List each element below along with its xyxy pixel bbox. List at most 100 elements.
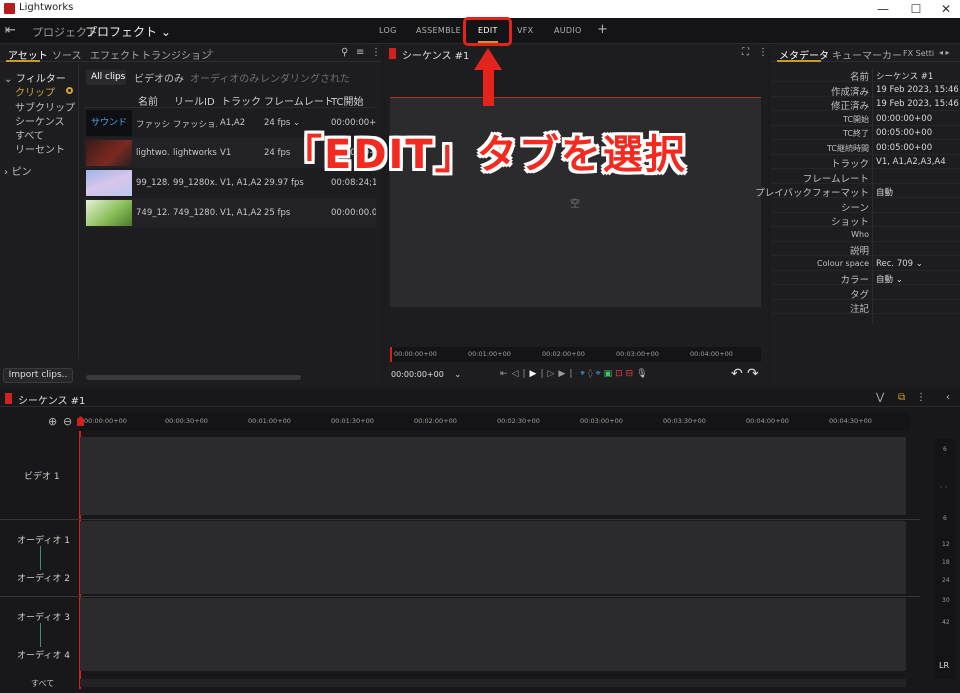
go-to-end-icon[interactable]: ▶| [558,369,576,379]
track-label-audio3[interactable]: オーディオ 3 [17,610,70,623]
close-button[interactable]: ✕ [931,0,960,18]
metadata-row[interactable]: タグ [771,286,960,301]
audio-track-1-2[interactable] [80,521,906,594]
tab-vfx[interactable]: VFX [517,26,533,35]
column-fps[interactable]: フレームレート [264,93,334,108]
project-name-dropdown[interactable]: プロフェクト ⌄ [85,23,171,40]
import-clips-button[interactable]: Import clips.. [3,368,73,383]
list-view-icon[interactable]: ≡ [356,47,364,58]
tab-assemble[interactable]: ASSEMBLE [416,26,461,35]
mark-out-icon[interactable]: ⌖ [596,369,604,379]
timeline-scrollbar[interactable] [80,679,906,687]
track-label-video1[interactable]: ビデオ 1 [24,469,60,482]
metadata-row[interactable]: トラック V1, A1,A2,A3,A4 [771,155,960,170]
filter-item-all[interactable]: すべて [15,127,44,142]
minimize-button[interactable]: — [868,0,898,18]
more-icon[interactable]: ⋮ [916,392,926,403]
metadata-row[interactable]: ショット [771,213,960,228]
insert-icon[interactable]: ⊡ [615,369,626,379]
tab-transitions[interactable]: トランジション [141,47,211,62]
metadata-row[interactable]: プレイバックフォーマット 自動 [755,184,960,199]
tab-cue-markers[interactable]: キューマーカー [832,47,902,62]
redo-icon[interactable]: ↷ [747,366,759,382]
pin-header[interactable]: › ピン [4,163,32,178]
metadata-row[interactable]: シーン [771,199,960,214]
metadata-row[interactable]: TC継続時間 00:05:00+00 [771,141,960,155]
viewer-ruler[interactable]: 00:00:00+00 00:01:00+00 00:02:00+00 00:0… [390,347,761,362]
column-tc-start[interactable]: TC開始 [331,93,364,108]
collapse-icon[interactable]: ‹ [946,392,950,403]
more-icon[interactable]: ⋮ [371,47,381,58]
filter-item-clips[interactable]: クリップ [15,84,55,99]
expand-icon[interactable]: ⛶ [742,47,749,58]
marker-icon[interactable]: ◊ [588,369,595,379]
microphone-icon[interactable]: 🎙 [636,369,650,379]
video-track-1[interactable] [80,437,906,515]
maximize-button[interactable]: ☐ [901,0,931,18]
tab-audio[interactable]: AUDIO [554,26,582,35]
column-track[interactable]: トラック [221,93,261,108]
track-label-audio1[interactable]: オーディオ 1 [17,533,70,546]
copy-icon[interactable]: ⧉ [898,392,905,403]
add-tab-button[interactable]: + [597,22,608,37]
exit-icon[interactable]: ⇤ [5,23,16,38]
project-name: プロフェクト [85,25,158,39]
step-forward-icon[interactable]: |▷ [540,369,558,379]
play-icon[interactable]: ▶ [530,369,541,379]
step-back-icon[interactable]: ◁| [512,369,530,379]
metadata-row[interactable]: 名前 シーケンス #1 [771,68,960,83]
playhead[interactable] [390,347,392,362]
audio-track-3-4[interactable] [80,598,906,671]
search-icon[interactable]: ⚲ [341,47,348,58]
metadata-row[interactable]: 修正済み 19 Feb 2023, 15:46 [771,97,960,112]
clip-tab-all[interactable]: All clips [91,72,125,82]
mark-in-icon[interactable]: ⌖ [580,369,588,379]
undo-icon[interactable]: ↶ [731,366,743,382]
more-icon[interactable]: ⋮ [758,47,768,58]
add-tab-button[interactable]: + [206,47,214,58]
meter-zero-marker: ◦ ◦ [939,484,948,491]
metadata-row[interactable]: 説明 [771,242,960,257]
zoom-in-icon[interactable]: ⊕ [48,415,57,428]
divider [0,519,920,520]
go-to-start-icon[interactable]: ⇤ [500,369,512,379]
tab-log[interactable]: LOG [379,26,397,35]
metadata-row[interactable]: 作成済み 19 Feb 2023, 15:46 [771,83,960,98]
horizontal-scrollbar[interactable] [86,375,301,380]
timeline-ruler[interactable]: 00:00:00+00 00:00:30+00 00:01:00+00 00:0… [77,413,910,431]
filter-item-recent[interactable]: リーセント [15,141,65,156]
metadata-row[interactable]: カラー 自動 ⌄ [771,271,960,286]
metadata-row[interactable]: Colour space Rec. 709 ⌄ [771,257,960,271]
clip-tab-rendered[interactable]: レンダリングされた [260,70,350,85]
ruler-label: 00:01:00+00 [248,417,291,425]
tab-scroll-arrows[interactable]: ◂ ▸ [939,48,950,57]
metadata-row[interactable]: フレームレート [771,170,960,185]
waveform-icon[interactable]: ⋁ [876,392,884,403]
column-reel[interactable]: リールID [174,93,215,108]
mark-clip-icon[interactable]: ▣ [604,369,616,379]
timecode-display[interactable]: 00:00:00+00 ⌄ [391,370,461,379]
filter-item-subclips[interactable]: サブクリップ [15,99,75,114]
cell-reel: 99_1280x.. [173,178,217,188]
metadata-row[interactable]: 注記 [771,300,960,315]
zoom-out-icon[interactable]: ⊖ [63,415,72,428]
table-row[interactable]: 749_12.. 749_1280.. V1, A1,A2 25 fps 00:… [84,198,376,228]
track-label-audio4[interactable]: オーディオ 4 [17,648,70,661]
filter-item-sequences[interactable]: シーケンス [15,113,65,128]
tab-effects[interactable]: エフェクト [90,47,140,62]
metadata-row[interactable]: Who [771,228,960,242]
metadata-panel: メタデータ キューマーカー FX Setti ◂ ▸ 名前 シーケンス #1 作成済… [755,44,960,387]
metadata-row[interactable]: TC開始 00:00:00+00 [771,112,960,126]
filter-header[interactable]: ⌄ フィルター [4,70,66,85]
track-link-line [40,623,41,647]
tab-fx-settings[interactable]: FX Setti [903,49,934,58]
overwrite-icon[interactable]: ⊟ [626,369,637,379]
column-name[interactable]: 名前 [138,93,158,108]
all-tracks-label[interactable]: すべて [31,678,54,689]
track-label-audio2[interactable]: オーディオ 2 [17,571,70,584]
metadata-row[interactable]: TC終了 00:05:00+00 [771,126,960,140]
playhead-icon[interactable] [77,416,84,426]
clip-tab-audio[interactable]: オーディオのみ [190,70,259,85]
clip-tab-video[interactable]: ビデオのみ [134,70,184,85]
tab-source[interactable]: ソース [52,47,82,62]
